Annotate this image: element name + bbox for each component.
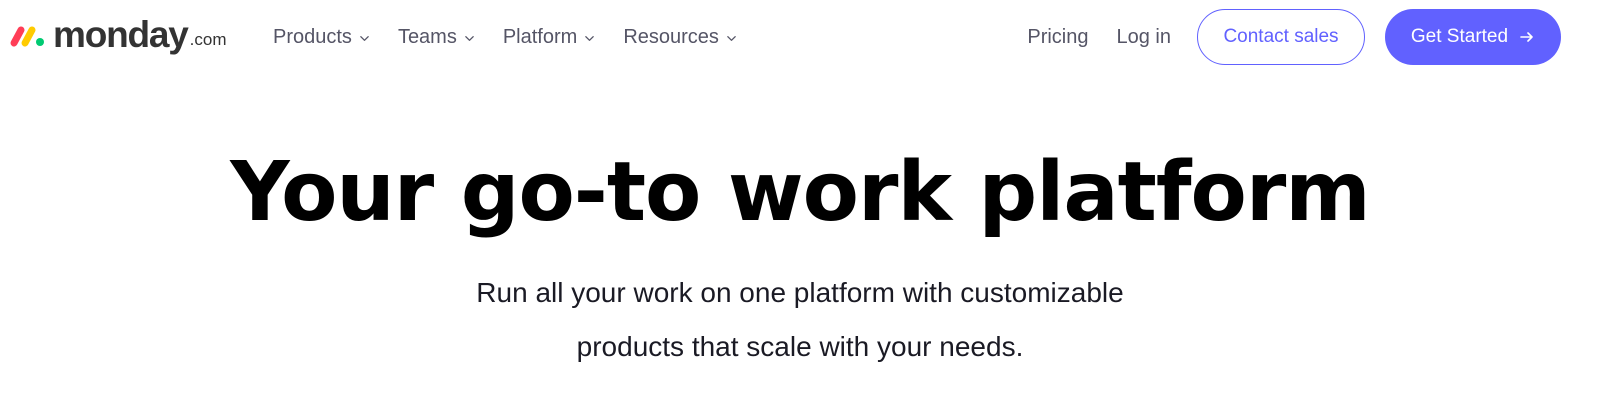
pricing-link[interactable]: Pricing [1027, 26, 1088, 49]
arrow-right-icon [1520, 32, 1533, 42]
nav-item-label: Teams [397, 25, 457, 48]
chevron-down-icon [585, 35, 595, 41]
monday-logo[interactable]: monday .com [9, 12, 227, 58]
primary-nav: Products Teams Platform Resources [273, 0, 765, 74]
chevron-down-icon [727, 35, 736, 41]
logo-mark-stroke-red [10, 26, 25, 47]
logo-mark-stroke-yellow [21, 26, 36, 47]
nav-item-label: Platform [502, 25, 578, 48]
monday-logo-mark-icon [10, 26, 44, 47]
get-started-button[interactable]: Get Started [1385, 9, 1561, 65]
page: monday .com Products Teams Platform Reso… [0, 0, 1600, 402]
hero-subtitle-line-2: products that scale with your needs. [576, 331, 1024, 362]
chevron-down-icon [465, 35, 474, 41]
nav-item-resources[interactable]: Resources [623, 26, 737, 49]
hero-subtitle: Run all your work on one platform with c… [0, 266, 1600, 374]
hero-title: Your go-to work platform [230, 145, 1371, 240]
nav-item-label: Resources [623, 25, 719, 48]
contact-sales-button[interactable]: Contact sales [1197, 9, 1365, 65]
nav-item-teams[interactable]: Teams [398, 26, 475, 49]
contact-sales-label: Contact sales [1223, 26, 1339, 47]
top-navigation-bar: monday .com Products Teams Platform Reso… [0, 0, 1600, 74]
logo-domain-suffix: .com [189, 30, 227, 49]
get-started-label: Get Started [1410, 26, 1509, 47]
nav-item-label: Products [273, 25, 352, 48]
logo-mark-dot-green [36, 38, 44, 46]
logo-wordmark: monday [53, 14, 189, 55]
chevron-down-icon [360, 35, 369, 41]
login-link[interactable]: Log in [1117, 26, 1172, 49]
nav-item-products[interactable]: Products [273, 26, 370, 49]
hero-subtitle-line-1: Run all your work on one platform with c… [476, 277, 1124, 308]
nav-item-platform[interactable]: Platform [503, 26, 595, 49]
secondary-nav: Pricing Log in Contact sales Get Started [1027, 0, 1600, 74]
